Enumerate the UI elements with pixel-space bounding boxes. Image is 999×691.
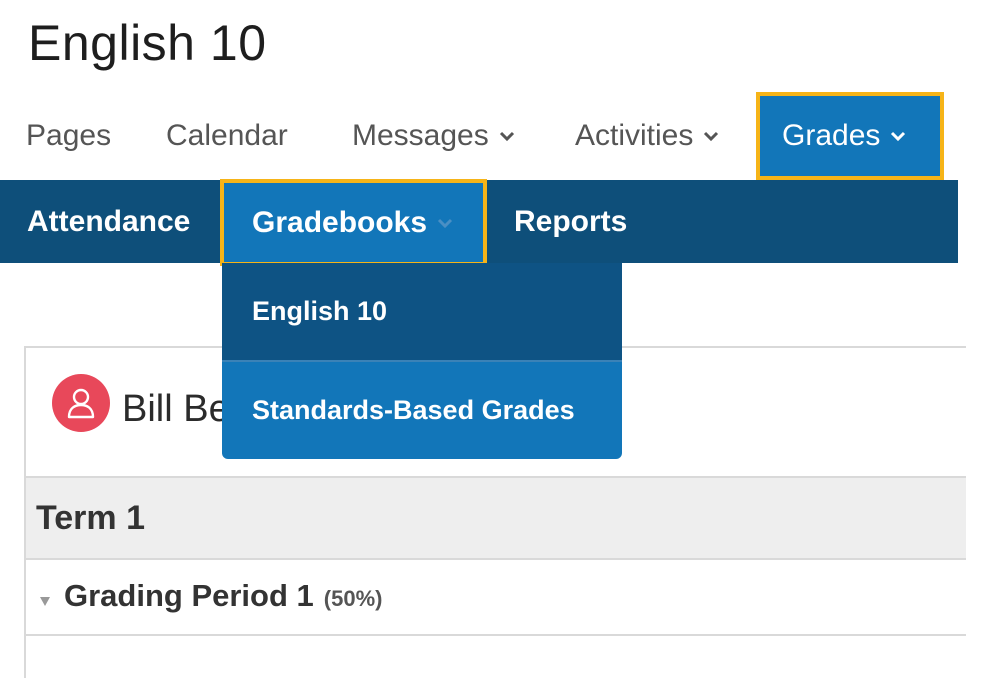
chevron-down-icon <box>701 129 721 143</box>
nav-calendar[interactable]: Calendar <box>166 92 288 180</box>
chevron-down-icon <box>888 129 908 143</box>
person-icon <box>67 388 95 419</box>
subnav-gradebooks[interactable]: Gradebooks <box>220 179 487 266</box>
chevron-down-icon <box>435 216 455 230</box>
term-header: Term 1 <box>26 476 966 560</box>
page-title: English 10 <box>28 15 267 71</box>
avatar[interactable] <box>52 374 110 432</box>
nav-pages-label: Pages <box>26 119 112 152</box>
dropdown-item-english-10[interactable]: English 10 <box>222 263 622 362</box>
grading-period-weight: (50%) <box>323 586 383 611</box>
grading-period-label: Grading Period 1 <box>64 578 314 613</box>
nav-activities-label: Activities <box>575 119 694 152</box>
nav-messages[interactable]: Messages <box>352 92 517 180</box>
nav-messages-label: Messages <box>352 119 489 152</box>
grading-period-row[interactable]: Grading Period 1 (50%) <box>26 558 966 636</box>
dropdown-item-label: Standards-Based Grades <box>252 395 575 425</box>
subnav-attendance[interactable]: Attendance <box>27 180 190 263</box>
collapse-triangle-icon[interactable] <box>38 594 52 608</box>
chevron-down-icon <box>497 129 517 143</box>
dropdown-item-label: English 10 <box>252 296 388 326</box>
gradebooks-dropdown-menu: English 10 Standards-Based Grades <box>222 263 622 459</box>
nav-calendar-label: Calendar <box>166 119 288 152</box>
nav-grades[interactable]: Grades <box>756 92 944 180</box>
subnav-gradebooks-label: Gradebooks <box>252 205 428 239</box>
sub-nav: Attendance Gradebooks Reports <box>0 179 958 266</box>
nav-activities[interactable]: Activities <box>575 92 721 180</box>
nav-pages[interactable]: Pages <box>26 92 111 180</box>
term-label: Term 1 <box>36 498 145 537</box>
nav-grades-label: Grades <box>782 119 881 152</box>
main-nav: Pages Calendar Messages Activities Grade… <box>0 92 958 180</box>
dropdown-item-standards-based-grades[interactable]: Standards-Based Grades <box>222 362 622 459</box>
subnav-reports-label: Reports <box>514 204 628 238</box>
student-name[interactable]: Bill Be <box>122 388 230 431</box>
subnav-attendance-label: Attendance <box>27 204 191 238</box>
subnav-reports[interactable]: Reports <box>514 180 627 263</box>
